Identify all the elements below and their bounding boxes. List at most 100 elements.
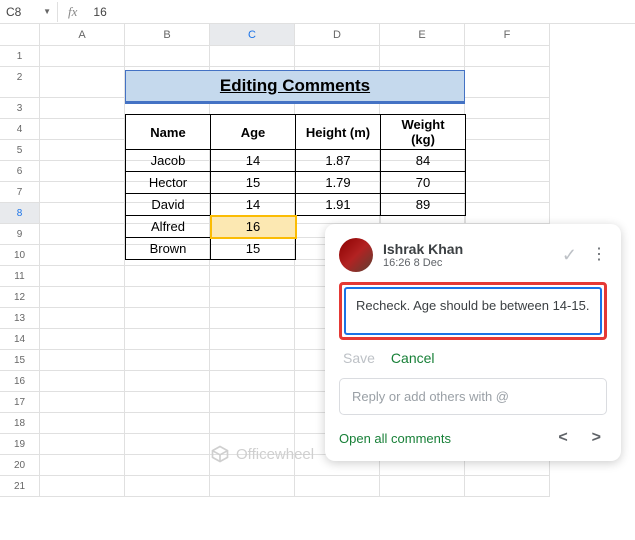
table-cell[interactable]: 15 [211, 238, 296, 260]
resolve-check-icon[interactable]: ✓ [562, 245, 577, 266]
open-all-comments-link[interactable]: Open all comments [339, 431, 451, 446]
cell-C18[interactable] [210, 413, 295, 434]
table-cell[interactable]: Brown [126, 238, 211, 260]
row-header-20[interactable]: 20 [0, 455, 40, 476]
table-cell[interactable]: 1.91 [296, 194, 381, 216]
cell-B13[interactable] [125, 308, 210, 329]
row-header-9[interactable]: 9 [0, 224, 40, 245]
cell-A12[interactable] [40, 287, 125, 308]
cell-A10[interactable] [40, 245, 125, 266]
row-header-3[interactable]: 3 [0, 98, 40, 119]
row-header-18[interactable]: 18 [0, 413, 40, 434]
row-header-6[interactable]: 6 [0, 161, 40, 182]
cell-F7[interactable] [465, 182, 550, 203]
cell-A6[interactable] [40, 161, 125, 182]
more-options-icon[interactable]: ⋮ [591, 253, 607, 257]
col-header-F[interactable]: F [465, 24, 550, 46]
cell-B17[interactable] [125, 392, 210, 413]
cell-A13[interactable] [40, 308, 125, 329]
cell-B1[interactable] [125, 46, 210, 67]
row-header-19[interactable]: 19 [0, 434, 40, 455]
row-header-15[interactable]: 15 [0, 350, 40, 371]
row-header-10[interactable]: 10 [0, 245, 40, 266]
table-cell[interactable]: 15 [211, 172, 296, 194]
cell-E1[interactable] [380, 46, 465, 67]
cell-C1[interactable] [210, 46, 295, 67]
table-header[interactable]: Name [126, 115, 211, 150]
cell-F6[interactable] [465, 161, 550, 182]
cell-C11[interactable] [210, 266, 295, 287]
cell-C14[interactable] [210, 329, 295, 350]
cell-A9[interactable] [40, 224, 125, 245]
row-header-8[interactable]: 8 [0, 203, 40, 224]
name-box[interactable]: C8 ▼ [0, 2, 58, 22]
col-header-D[interactable]: D [295, 24, 380, 46]
cell-A19[interactable] [40, 434, 125, 455]
table-cell[interactable]: Alfred [126, 216, 211, 238]
cell-F4[interactable] [465, 119, 550, 140]
cell-A15[interactable] [40, 350, 125, 371]
table-cell[interactable]: 16 [211, 216, 296, 238]
cell-A17[interactable] [40, 392, 125, 413]
cell-A11[interactable] [40, 266, 125, 287]
col-header-A[interactable]: A [40, 24, 125, 46]
cancel-button[interactable]: Cancel [391, 350, 435, 366]
row-header-14[interactable]: 14 [0, 329, 40, 350]
col-header-C[interactable]: C [210, 24, 295, 46]
table-header[interactable]: Height (m) [296, 115, 381, 150]
table-cell[interactable]: 89 [381, 194, 466, 216]
cell-C15[interactable] [210, 350, 295, 371]
row-header-5[interactable]: 5 [0, 140, 40, 161]
table-header[interactable]: Age [211, 115, 296, 150]
row-header-16[interactable]: 16 [0, 371, 40, 392]
table-cell[interactable]: Hector [126, 172, 211, 194]
cell-B16[interactable] [125, 371, 210, 392]
cell-A16[interactable] [40, 371, 125, 392]
cell-B12[interactable] [125, 287, 210, 308]
cell-B18[interactable] [125, 413, 210, 434]
table-cell[interactable]: 14 [211, 194, 296, 216]
col-header-B[interactable]: B [125, 24, 210, 46]
table-cell[interactable]: 14 [211, 150, 296, 172]
col-header-E[interactable]: E [380, 24, 465, 46]
prev-comment-icon[interactable]: < [558, 429, 567, 447]
cell-B14[interactable] [125, 329, 210, 350]
cell-F5[interactable] [465, 140, 550, 161]
cell-F8[interactable] [465, 203, 550, 224]
cell-C17[interactable] [210, 392, 295, 413]
row-header-21[interactable]: 21 [0, 476, 40, 497]
cell-F2[interactable] [465, 67, 550, 98]
name-box-dropdown-icon[interactable]: ▼ [43, 7, 51, 16]
cell-A18[interactable] [40, 413, 125, 434]
cell-A8[interactable] [40, 203, 125, 224]
cell-A14[interactable] [40, 329, 125, 350]
cell-B21[interactable] [125, 476, 210, 497]
cell-A3[interactable] [40, 98, 125, 119]
reply-input[interactable]: Reply or add others with @ [339, 378, 607, 415]
cell-A2[interactable] [40, 67, 125, 98]
table-cell[interactable]: 1.79 [296, 172, 381, 194]
row-header-7[interactable]: 7 [0, 182, 40, 203]
cell-C16[interactable] [210, 371, 295, 392]
row-header-4[interactable]: 4 [0, 119, 40, 140]
cell-A1[interactable] [40, 46, 125, 67]
comment-edit-textarea[interactable]: Recheck. Age should be between 14-15. [344, 287, 602, 335]
select-all-corner[interactable] [0, 24, 40, 46]
row-header-13[interactable]: 13 [0, 308, 40, 329]
cell-D21[interactable] [295, 476, 380, 497]
row-header-11[interactable]: 11 [0, 266, 40, 287]
cell-A21[interactable] [40, 476, 125, 497]
cell-F1[interactable] [465, 46, 550, 67]
formula-input[interactable]: 16 [87, 2, 635, 22]
cell-F3[interactable] [465, 98, 550, 119]
cell-A20[interactable] [40, 455, 125, 476]
table-cell[interactable]: 84 [381, 150, 466, 172]
row-header-12[interactable]: 12 [0, 287, 40, 308]
cell-C21[interactable] [210, 476, 295, 497]
cell-A4[interactable] [40, 119, 125, 140]
cell-D1[interactable] [295, 46, 380, 67]
cell-B19[interactable] [125, 434, 210, 455]
title-cell[interactable]: Editing Comments [125, 70, 465, 104]
cell-B15[interactable] [125, 350, 210, 371]
row-header-17[interactable]: 17 [0, 392, 40, 413]
